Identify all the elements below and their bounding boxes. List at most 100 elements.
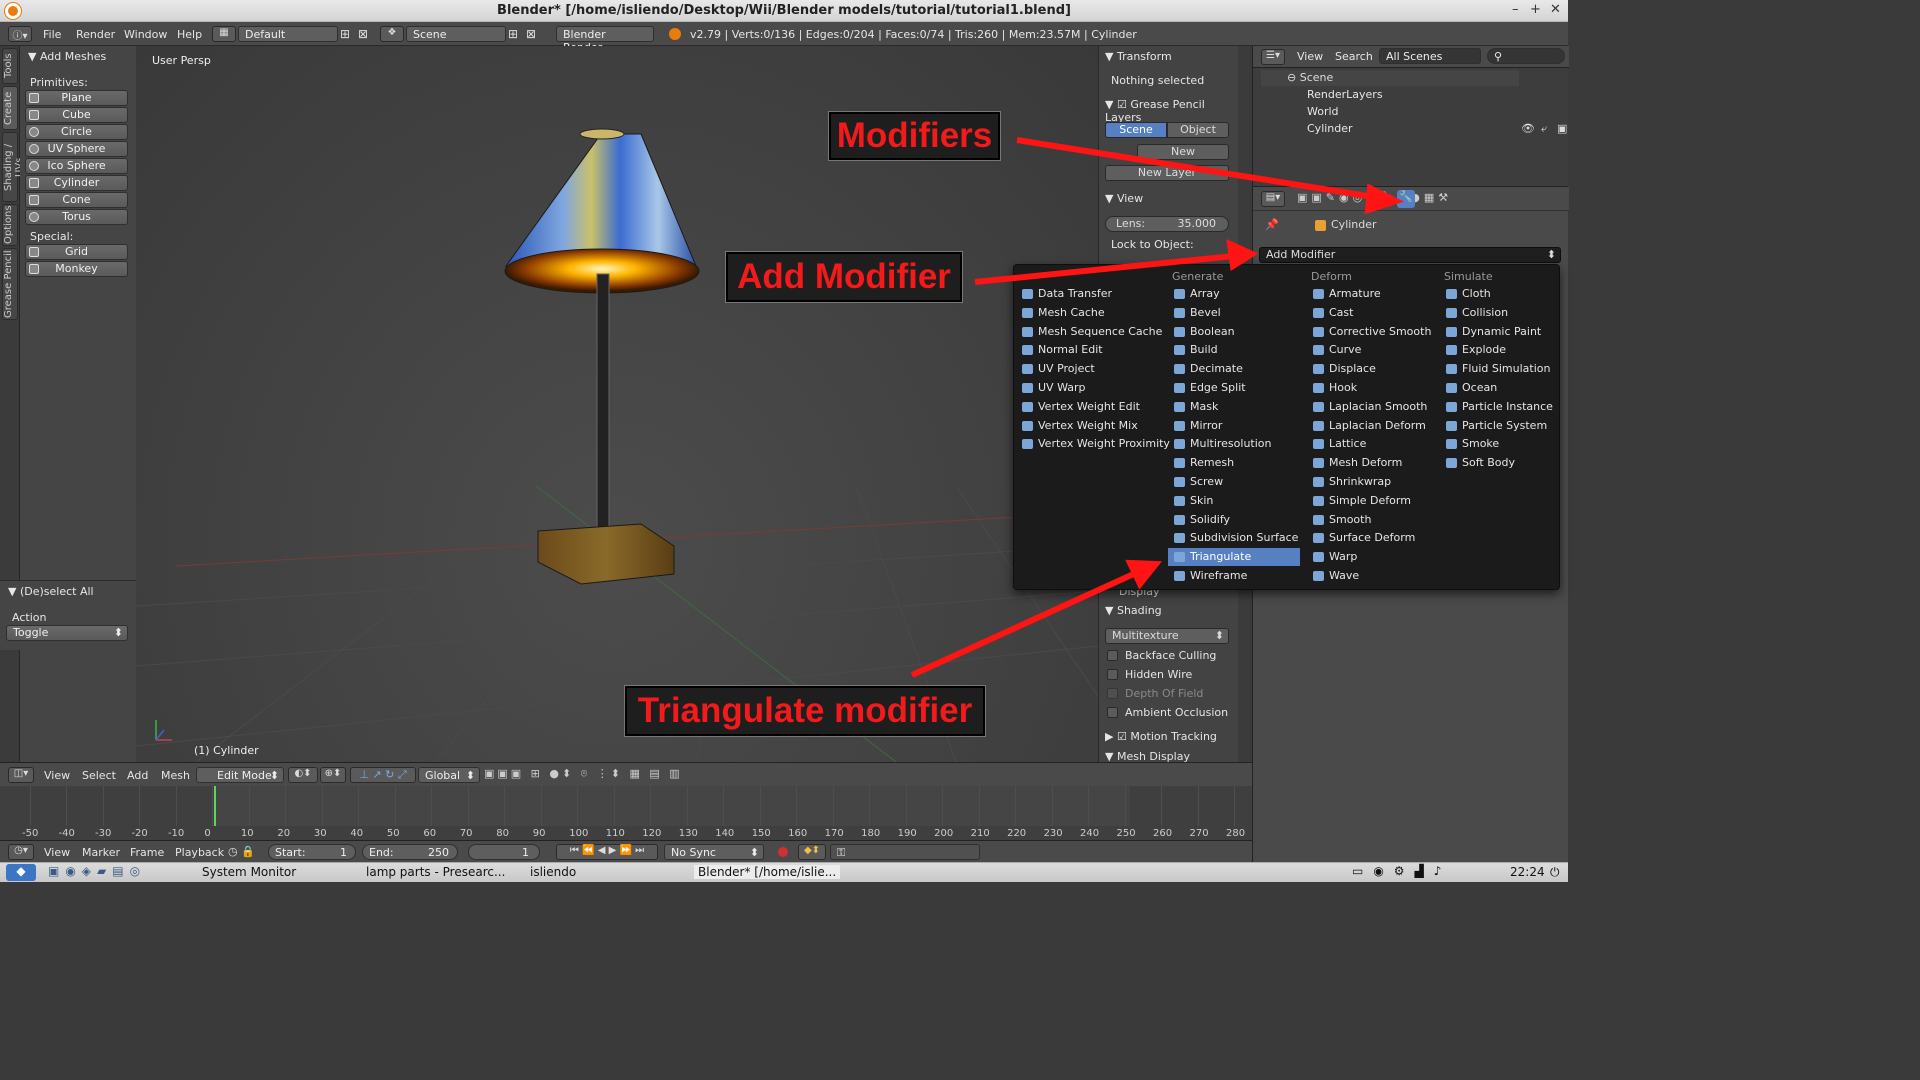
- add-cylinder-button[interactable]: Cylinder: [25, 175, 128, 191]
- close-icon[interactable]: ✕: [1550, 2, 1561, 17]
- current-frame-marker[interactable]: [214, 786, 216, 826]
- menu-help[interactable]: Help: [177, 28, 202, 41]
- outliner-editor-icon[interactable]: ☰▾: [1261, 49, 1285, 65]
- pin-icon[interactable]: 📌: [1265, 218, 1279, 231]
- cursor-icon[interactable]: ⤶: [1541, 122, 1547, 136]
- modifier-item-laplacian-deform[interactable]: Laplacian Deform: [1307, 417, 1439, 435]
- shading-mode-select[interactable]: Multitexture ⬍: [1105, 628, 1229, 644]
- add-uv-sphere-button[interactable]: UV Sphere: [25, 141, 128, 157]
- task-terminal[interactable]: isliendo: [530, 865, 576, 879]
- properties-editor-icon[interactable]: ▤▾: [1261, 191, 1285, 207]
- modifier-item-data-transfer[interactable]: Data Transfer: [1016, 285, 1148, 303]
- layout-delete-icon[interactable]: ⊠: [358, 27, 368, 41]
- modifier-item-screw[interactable]: Screw: [1168, 473, 1300, 491]
- tab-create[interactable]: Create: [2, 86, 18, 130]
- modifier-item-shrinkwrap[interactable]: Shrinkwrap: [1307, 473, 1439, 491]
- timeline-frame-menu[interactable]: Frame: [130, 846, 164, 859]
- add-plane-button[interactable]: Plane: [25, 90, 128, 106]
- sync-select[interactable]: No Sync ⬍: [664, 844, 764, 860]
- keying-set-field[interactable]: ⚿: [830, 844, 980, 860]
- modifier-item-solidify[interactable]: Solidify: [1168, 511, 1300, 529]
- editor-type-icon[interactable]: ⓘ▾: [8, 26, 32, 42]
- modifier-item-laplacian-smooth[interactable]: Laplacian Smooth: [1307, 398, 1439, 416]
- shading-header[interactable]: ▼ Shading: [1105, 604, 1162, 617]
- motion-tracking-header[interactable]: ▶ ☑ Motion Tracking: [1105, 730, 1217, 743]
- modifier-item-cast[interactable]: Cast: [1307, 304, 1439, 322]
- layout-icon[interactable]: ▦: [212, 26, 236, 42]
- keying-set-icon[interactable]: ◆⬍: [798, 844, 826, 860]
- outliner-search-field[interactable]: ⚲: [1487, 48, 1565, 64]
- modifier-item-explode[interactable]: Explode: [1440, 341, 1572, 359]
- tab-scene[interactable]: Scene: [1105, 122, 1167, 138]
- modifier-item-uv-warp[interactable]: UV Warp: [1016, 379, 1148, 397]
- tab-tools[interactable]: Tools: [2, 48, 18, 84]
- outliner-world[interactable]: World: [1277, 104, 1339, 120]
- menu-render[interactable]: Render: [76, 28, 115, 41]
- menu-window[interactable]: Window: [124, 28, 167, 41]
- tab-object[interactable]: Object: [1167, 122, 1229, 138]
- backface-culling-checkbox[interactable]: [1107, 650, 1118, 661]
- modifier-item-mask[interactable]: Mask: [1168, 398, 1300, 416]
- modifier-item-corrective-smooth[interactable]: Corrective Smooth: [1307, 323, 1439, 341]
- modifier-item-triangulate[interactable]: Triangulate: [1168, 548, 1300, 567]
- modifier-item-particle-system[interactable]: Particle System: [1440, 417, 1572, 435]
- mode-select[interactable]: Edit Mode ⬍: [196, 767, 284, 783]
- end-frame-field[interactable]: End: 250: [362, 844, 458, 860]
- eye-icon[interactable]: 👁: [1521, 122, 1535, 135]
- tab-grease-pencil[interactable]: Grease Pencil: [2, 248, 18, 320]
- task-system-monitor[interactable]: System Monitor: [202, 865, 296, 879]
- add-ico-sphere-button[interactable]: Ico Sphere: [25, 158, 128, 174]
- view-header[interactable]: ▼ View: [1105, 192, 1143, 205]
- scene-delete-icon[interactable]: ⊠: [526, 27, 536, 41]
- modifier-item-wireframe[interactable]: Wireframe: [1168, 567, 1300, 585]
- current-frame-field[interactable]: 1: [468, 844, 540, 860]
- layout-field[interactable]: Default: [238, 26, 338, 42]
- modifier-item-collision[interactable]: Collision: [1440, 304, 1572, 322]
- orientation-select[interactable]: Global ⬍: [418, 767, 480, 783]
- outliner-filter-select[interactable]: All Scenes: [1379, 48, 1481, 64]
- quicklaunch-icons[interactable]: ▣◉◈▰▤◎: [48, 864, 176, 881]
- modifier-item-surface-deform[interactable]: Surface Deform: [1307, 529, 1439, 547]
- view-menu[interactable]: View: [44, 769, 70, 782]
- new-layer-button[interactable]: New Layer: [1105, 165, 1229, 181]
- modifier-item-skin[interactable]: Skin: [1168, 492, 1300, 510]
- add-cube-button[interactable]: Cube: [25, 107, 128, 123]
- grease-pencil-header[interactable]: ▼ ☑ Grease Pencil Layers: [1105, 98, 1238, 124]
- hidden-wire-checkbox[interactable]: [1107, 669, 1118, 680]
- modifier-item-vertex-weight-edit[interactable]: Vertex Weight Edit: [1016, 398, 1148, 416]
- modifier-item-soft-body[interactable]: Soft Body: [1440, 454, 1572, 472]
- depth-of-field-checkbox[interactable]: [1107, 688, 1118, 699]
- scene-field[interactable]: Scene: [406, 26, 506, 42]
- modifier-item-decimate[interactable]: Decimate: [1168, 360, 1300, 378]
- outliner-search-menu[interactable]: Search: [1335, 50, 1373, 63]
- modifier-item-mesh-sequence-cache[interactable]: Mesh Sequence Cache: [1016, 323, 1162, 341]
- timeline-view-menu[interactable]: View: [44, 846, 70, 859]
- outliner-view-menu[interactable]: View: [1297, 50, 1323, 63]
- modifier-item-multiresolution[interactable]: Multiresolution: [1168, 435, 1300, 453]
- start-menu-icon[interactable]: ◆: [6, 864, 36, 881]
- modifier-item-wave[interactable]: Wave: [1307, 567, 1439, 585]
- modifier-item-displace[interactable]: Displace: [1307, 360, 1439, 378]
- scene-add-icon[interactable]: ⊞: [508, 27, 518, 41]
- modifier-item-particle-instance[interactable]: Particle Instance: [1440, 398, 1572, 416]
- layer-buttons[interactable]: ▣▣▣ ⊞ ●⬍ ⌾ ⋮⬍ ▦ ▤ ▥: [484, 767, 710, 783]
- power-icon[interactable]: ⏻: [1550, 865, 1560, 880]
- modifier-item-mesh-deform[interactable]: Mesh Deform: [1307, 454, 1439, 472]
- outliner-renderlayers[interactable]: RenderLayers: [1277, 87, 1383, 103]
- modifier-item-bevel[interactable]: Bevel: [1168, 304, 1300, 322]
- add-modifier-select[interactable]: Add Modifier ⬍: [1259, 247, 1561, 263]
- manipulator-icons[interactable]: ⊥ ↗ ↻ ⤢: [350, 767, 416, 783]
- lens-field[interactable]: Lens: 35.000: [1105, 216, 1229, 232]
- add-torus-button[interactable]: Torus: [25, 209, 128, 225]
- outliner-scene[interactable]: ⊖ Scene: [1261, 70, 1519, 86]
- ambient-occlusion-checkbox[interactable]: [1107, 707, 1118, 718]
- timeline-marker-menu[interactable]: Marker: [82, 846, 120, 859]
- camera-render-icon[interactable]: ▣: [1557, 122, 1567, 135]
- modifier-item-mirror[interactable]: Mirror: [1168, 417, 1300, 435]
- modifier-item-normal-edit[interactable]: Normal Edit: [1016, 341, 1148, 359]
- new-button[interactable]: New: [1137, 144, 1229, 160]
- modifier-item-ocean[interactable]: Ocean: [1440, 379, 1572, 397]
- modifier-item-remesh[interactable]: Remesh: [1168, 454, 1300, 472]
- layout-add-icon[interactable]: ⊞: [340, 27, 350, 41]
- timeline[interactable]: -50 -40 -30 -20 -10 0 10 20 30 40 50 60 70 80 90 100 110…: [0, 786, 1252, 840]
